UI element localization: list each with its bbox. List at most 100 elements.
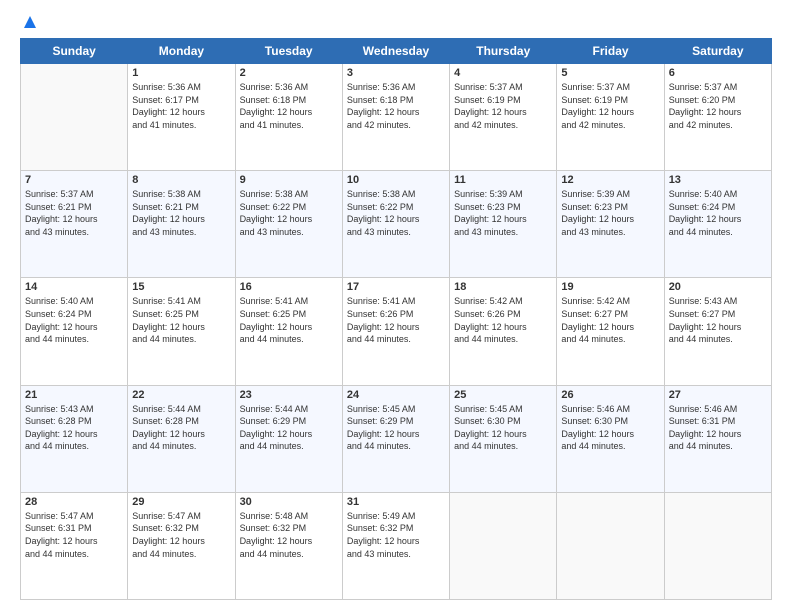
day-info: Sunrise: 5:48 AMSunset: 6:32 PMDaylight:… (240, 510, 338, 560)
logo (20, 16, 38, 28)
calendar-cell: 31 Sunrise: 5:49 AMSunset: 6:32 PMDayligh… (342, 492, 449, 599)
day-number: 3 (347, 67, 445, 79)
calendar-header-saturday: Saturday (664, 39, 771, 64)
calendar-cell: 13 Sunrise: 5:40 AMSunset: 6:24 PMDayligh… (664, 171, 771, 278)
day-info: Sunrise: 5:43 AMSunset: 6:27 PMDaylight:… (669, 295, 767, 345)
calendar-header-friday: Friday (557, 39, 664, 64)
calendar-header-thursday: Thursday (450, 39, 557, 64)
day-info: Sunrise: 5:39 AMSunset: 6:23 PMDaylight:… (454, 188, 552, 238)
calendar-header-sunday: Sunday (21, 39, 128, 64)
day-info: Sunrise: 5:44 AMSunset: 6:28 PMDaylight:… (132, 403, 230, 453)
calendar-cell: 26 Sunrise: 5:46 AMSunset: 6:30 PMDayligh… (557, 385, 664, 492)
calendar-header-monday: Monday (128, 39, 235, 64)
calendar-cell: 2 Sunrise: 5:36 AMSunset: 6:18 PMDaylight… (235, 64, 342, 171)
day-number: 5 (561, 67, 659, 79)
day-number: 25 (454, 389, 552, 401)
calendar-cell: 15Sunrise: 5:41 AMSunset: 6:25 PMDayligh… (128, 278, 235, 385)
day-number: 2 (240, 67, 338, 79)
calendar-cell: 3 Sunrise: 5:36 AMSunset: 6:18 PMDaylight… (342, 64, 449, 171)
calendar-header-wednesday: Wednesday (342, 39, 449, 64)
calendar-cell: 5 Sunrise: 5:37 AMSunset: 6:19 PMDaylight… (557, 64, 664, 171)
calendar-cell: 25 Sunrise: 5:45 AMSunset: 6:30 PMDayligh… (450, 385, 557, 492)
day-number: 31 (347, 496, 445, 508)
day-number: 24 (347, 389, 445, 401)
calendar-cell: 27 Sunrise: 5:46 AMSunset: 6:31 PMDayligh… (664, 385, 771, 492)
calendar-cell: 7Sunrise: 5:37 AMSunset: 6:21 PMDaylight… (21, 171, 128, 278)
day-number: 9 (240, 174, 338, 186)
day-info: Sunrise: 5:37 AMSunset: 6:19 PMDaylight:… (561, 81, 659, 131)
day-info: Sunrise: 5:43 AMSunset: 6:28 PMDaylight:… (25, 403, 123, 453)
calendar-cell (664, 492, 771, 599)
day-info: Sunrise: 5:40 AMSunset: 6:24 PMDaylight:… (669, 188, 767, 238)
day-number: 4 (454, 67, 552, 79)
calendar-cell: 30 Sunrise: 5:48 AMSunset: 6:32 PMDayligh… (235, 492, 342, 599)
day-number: 19 (561, 281, 659, 293)
day-number: 1 (132, 67, 230, 79)
calendar-cell: 18 Sunrise: 5:42 AMSunset: 6:26 PMDayligh… (450, 278, 557, 385)
day-number: 8 (132, 174, 230, 186)
logo-icon (22, 14, 38, 30)
calendar-cell: 6 Sunrise: 5:37 AMSunset: 6:20 PMDaylight… (664, 64, 771, 171)
day-info: Sunrise: 5:42 AMSunset: 6:26 PMDaylight:… (454, 295, 552, 345)
calendar-cell: 20Sunrise: 5:43 AMSunset: 6:27 PMDayligh… (664, 278, 771, 385)
day-info: Sunrise: 5:41 AMSunset: 6:25 PMDaylight:… (132, 295, 230, 345)
calendar-cell: 16Sunrise: 5:41 AMSunset: 6:25 PMDayligh… (235, 278, 342, 385)
day-info: Sunrise: 5:37 AMSunset: 6:20 PMDaylight:… (669, 81, 767, 131)
day-number: 10 (347, 174, 445, 186)
day-info: Sunrise: 5:42 AMSunset: 6:27 PMDaylight:… (561, 295, 659, 345)
day-number: 6 (669, 67, 767, 79)
calendar-cell: 11 Sunrise: 5:39 AMSunset: 6:23 PMDayligh… (450, 171, 557, 278)
calendar-cell: 1Sunrise: 5:36 AMSunset: 6:17 PMDaylight… (128, 64, 235, 171)
calendar-week-row: 7Sunrise: 5:37 AMSunset: 6:21 PMDaylight… (21, 171, 772, 278)
day-info: Sunrise: 5:45 AMSunset: 6:30 PMDaylight:… (454, 403, 552, 453)
calendar-cell: 12 Sunrise: 5:39 AMSunset: 6:23 PMDayligh… (557, 171, 664, 278)
day-info: Sunrise: 5:39 AMSunset: 6:23 PMDaylight:… (561, 188, 659, 238)
calendar-week-row: 1Sunrise: 5:36 AMSunset: 6:17 PMDaylight… (21, 64, 772, 171)
calendar-week-row: 21 Sunrise: 5:43 AMSunset: 6:28 PMDayligh… (21, 385, 772, 492)
calendar-header-row: SundayMondayTuesdayWednesdayThursdayFrid… (21, 39, 772, 64)
day-number: 27 (669, 389, 767, 401)
day-info: Sunrise: 5:37 AMSunset: 6:19 PMDaylight:… (454, 81, 552, 131)
page: SundayMondayTuesdayWednesdayThursdayFrid… (0, 0, 792, 612)
day-number: 17 (347, 281, 445, 293)
day-number: 14 (25, 281, 123, 293)
day-number: 23 (240, 389, 338, 401)
day-info: Sunrise: 5:47 AMSunset: 6:31 PMDaylight:… (25, 510, 123, 560)
day-number: 18 (454, 281, 552, 293)
day-number: 28 (25, 496, 123, 508)
calendar-cell (450, 492, 557, 599)
calendar-cell: 8 Sunrise: 5:38 AMSunset: 6:21 PMDaylight… (128, 171, 235, 278)
day-info: Sunrise: 5:46 AMSunset: 6:31 PMDaylight:… (669, 403, 767, 453)
calendar-table: SundayMondayTuesdayWednesdayThursdayFrid… (20, 38, 772, 600)
calendar-cell: 4 Sunrise: 5:37 AMSunset: 6:19 PMDaylight… (450, 64, 557, 171)
calendar-cell: 23Sunrise: 5:44 AMSunset: 6:29 PMDayligh… (235, 385, 342, 492)
day-info: Sunrise: 5:46 AMSunset: 6:30 PMDaylight:… (561, 403, 659, 453)
day-number: 21 (25, 389, 123, 401)
calendar-cell: 24Sunrise: 5:45 AMSunset: 6:29 PMDayligh… (342, 385, 449, 492)
calendar-header-tuesday: Tuesday (235, 39, 342, 64)
day-info: Sunrise: 5:37 AMSunset: 6:21 PMDaylight:… (25, 188, 123, 238)
day-number: 26 (561, 389, 659, 401)
day-info: Sunrise: 5:41 AMSunset: 6:26 PMDaylight:… (347, 295, 445, 345)
calendar-cell: 22 Sunrise: 5:44 AMSunset: 6:28 PMDayligh… (128, 385, 235, 492)
day-number: 11 (454, 174, 552, 186)
calendar-cell: 29Sunrise: 5:47 AMSunset: 6:32 PMDayligh… (128, 492, 235, 599)
day-info: Sunrise: 5:38 AMSunset: 6:21 PMDaylight:… (132, 188, 230, 238)
calendar-cell: 19 Sunrise: 5:42 AMSunset: 6:27 PMDayligh… (557, 278, 664, 385)
calendar-cell: 14Sunrise: 5:40 AMSunset: 6:24 PMDayligh… (21, 278, 128, 385)
day-number: 29 (132, 496, 230, 508)
calendar-cell: 28 Sunrise: 5:47 AMSunset: 6:31 PMDayligh… (21, 492, 128, 599)
header (20, 16, 772, 28)
day-info: Sunrise: 5:38 AMSunset: 6:22 PMDaylight:… (347, 188, 445, 238)
day-number: 22 (132, 389, 230, 401)
calendar-week-row: 14Sunrise: 5:40 AMSunset: 6:24 PMDayligh… (21, 278, 772, 385)
day-info: Sunrise: 5:49 AMSunset: 6:32 PMDaylight:… (347, 510, 445, 560)
day-number: 30 (240, 496, 338, 508)
day-number: 12 (561, 174, 659, 186)
calendar-week-row: 28 Sunrise: 5:47 AMSunset: 6:31 PMDayligh… (21, 492, 772, 599)
day-info: Sunrise: 5:36 AMSunset: 6:18 PMDaylight:… (240, 81, 338, 131)
day-info: Sunrise: 5:36 AMSunset: 6:18 PMDaylight:… (347, 81, 445, 131)
day-info: Sunrise: 5:38 AMSunset: 6:22 PMDaylight:… (240, 188, 338, 238)
day-number: 13 (669, 174, 767, 186)
calendar-cell: 9 Sunrise: 5:38 AMSunset: 6:22 PMDaylight… (235, 171, 342, 278)
